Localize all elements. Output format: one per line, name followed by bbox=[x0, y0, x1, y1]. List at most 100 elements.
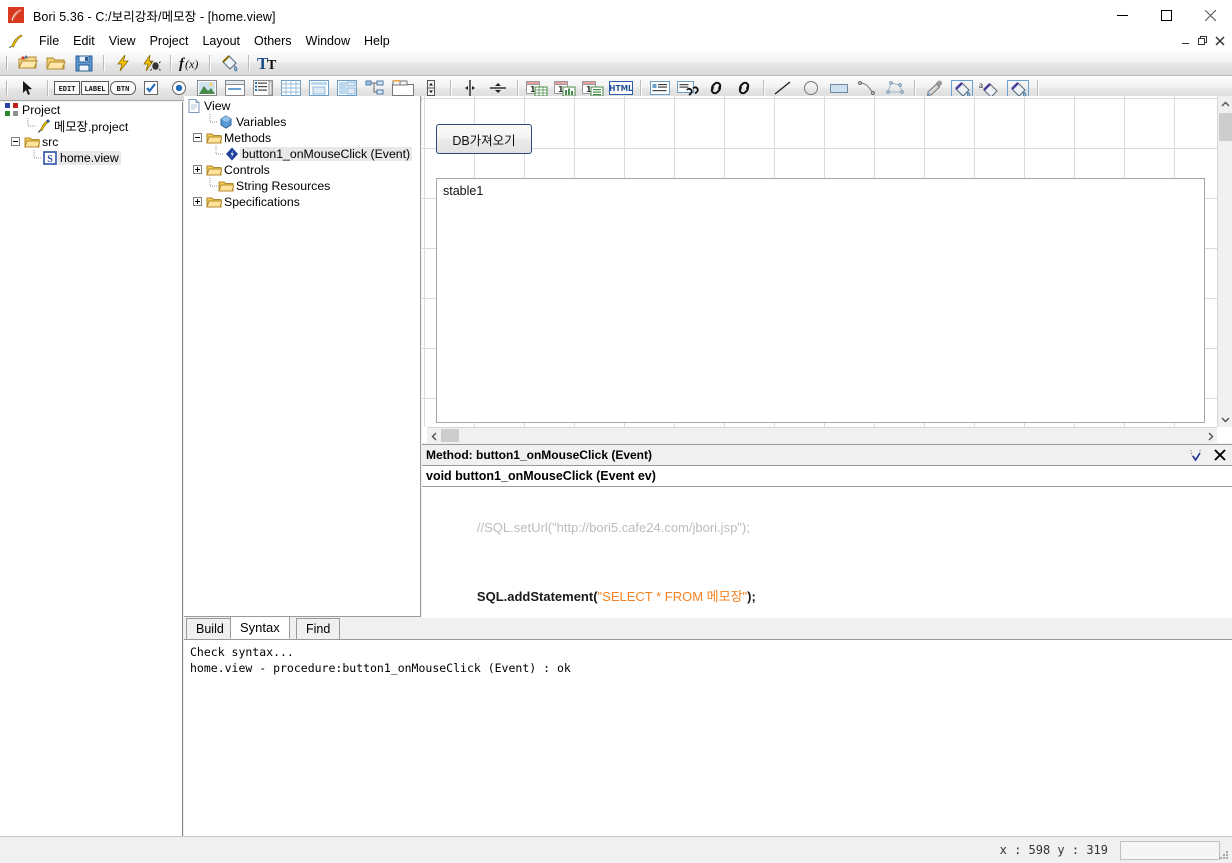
expander-src[interactable] bbox=[8, 134, 24, 150]
tree-label-button1-onmouseclick: button1_onMouseClick (Event) bbox=[240, 147, 413, 161]
form-canvas[interactable]: DB가져오기 stable1 bbox=[422, 96, 1217, 427]
tree-label-string-resources: String Resources bbox=[236, 179, 331, 193]
mdi-window-controls bbox=[1178, 33, 1232, 49]
run-icon[interactable] bbox=[109, 52, 137, 75]
tree-connector bbox=[202, 114, 218, 130]
mdi-minimize-button[interactable] bbox=[1178, 33, 1194, 49]
menu-edit[interactable]: Edit bbox=[66, 32, 102, 50]
menu-help[interactable]: Help bbox=[357, 32, 397, 50]
canvas-vertical-scrollbar[interactable] bbox=[1217, 96, 1232, 427]
vertical-scroll-thumb[interactable] bbox=[1219, 113, 1232, 141]
canvas-horizontal-scrollbar[interactable] bbox=[427, 427, 1217, 443]
tree-node-project-root[interactable]: Project bbox=[0, 102, 182, 118]
tree-node-specifications[interactable]: Specifications bbox=[184, 194, 420, 210]
menu-window[interactable]: Window bbox=[299, 32, 357, 50]
plus-box-icon[interactable] bbox=[193, 197, 202, 206]
toolbar-separator bbox=[248, 55, 249, 71]
toolbar-separator bbox=[1037, 80, 1038, 96]
method-signature-bar: void button1_onMouseClick (Event ev) bbox=[422, 466, 1232, 487]
menu-project[interactable]: Project bbox=[143, 32, 196, 50]
method-signature: void button1_onMouseClick (Event ev) bbox=[426, 469, 656, 483]
window-controls bbox=[1100, 0, 1232, 30]
resize-grip-icon[interactable] bbox=[1218, 849, 1230, 861]
output-panel[interactable]: Build Syntax Find Check syntax... home.v… bbox=[184, 616, 1232, 836]
tree-node-string-resources[interactable]: String Resources bbox=[184, 178, 420, 194]
font-icon[interactable]: T T bbox=[254, 52, 282, 75]
menu-file[interactable]: File bbox=[32, 32, 66, 50]
tree-node-methods[interactable]: Methods bbox=[184, 130, 420, 146]
close-method-icon[interactable] bbox=[1208, 445, 1232, 465]
close-button[interactable] bbox=[1188, 0, 1232, 30]
edit-control-icon[interactable]: EDIT bbox=[53, 77, 81, 100]
stable1-widget[interactable]: stable1 bbox=[436, 178, 1205, 423]
db-fetch-button[interactable]: DB가져오기 bbox=[436, 124, 532, 154]
code-editor[interactable]: //SQL.setUrl("http://bori5.cafe24.com/jb… bbox=[422, 487, 1232, 617]
minimize-button[interactable] bbox=[1100, 0, 1144, 30]
mdi-close-button[interactable] bbox=[1212, 33, 1228, 49]
tree-node-src[interactable]: src bbox=[0, 134, 182, 150]
toolbar-separator bbox=[763, 80, 764, 96]
stable1-label: stable1 bbox=[443, 184, 484, 198]
tree-node-memo-project[interactable]: 메모장.project bbox=[0, 118, 182, 134]
horizontal-scroll-thumb[interactable] bbox=[441, 429, 459, 442]
mdi-restore-button[interactable] bbox=[1195, 33, 1211, 49]
tab-build[interactable]: Build bbox=[186, 618, 234, 639]
toolbar-grip-2[interactable] bbox=[4, 80, 11, 96]
code-call-start: SQL.addStatement( bbox=[476, 589, 598, 604]
folder-icon bbox=[206, 194, 223, 210]
menu-view[interactable]: View bbox=[102, 32, 143, 50]
scroll-right-arrow-icon[interactable] bbox=[1203, 428, 1217, 443]
menu-others[interactable]: Others bbox=[247, 32, 299, 50]
toolbar-grip[interactable] bbox=[4, 55, 11, 71]
tree-node-home-view[interactable]: S home.view bbox=[0, 150, 182, 166]
minus-box-icon[interactable] bbox=[193, 133, 202, 142]
minus-box-icon[interactable] bbox=[11, 137, 20, 146]
syntax-check-icon[interactable] bbox=[1184, 445, 1208, 465]
folder-icon bbox=[206, 162, 223, 178]
scroll-down-arrow-icon[interactable] bbox=[1218, 411, 1232, 427]
output-text-area[interactable]: Check syntax... home.view - procedure:bu… bbox=[184, 640, 1232, 836]
tab-find[interactable]: Find bbox=[296, 618, 341, 639]
project-explorer-panel[interactable]: Project 메모장.project src S home.view bbox=[0, 102, 183, 836]
scroll-left-arrow-icon[interactable] bbox=[427, 428, 441, 443]
plus-box-icon[interactable] bbox=[193, 165, 202, 174]
svg-text:BTN: BTN bbox=[117, 85, 130, 93]
save-icon[interactable] bbox=[70, 52, 98, 75]
output-tabstrip: Build Syntax Find bbox=[184, 616, 1232, 640]
debug-icon[interactable] bbox=[137, 52, 165, 75]
label-control-icon[interactable]: LABEL bbox=[81, 77, 109, 100]
menu-layout[interactable]: Layout bbox=[195, 32, 247, 50]
checkbox-control-icon[interactable] bbox=[137, 77, 165, 100]
document-icon bbox=[186, 98, 202, 114]
expander-methods[interactable] bbox=[190, 130, 206, 146]
menu-bar: File Edit View Project Layout Others Win… bbox=[0, 30, 1232, 51]
tab-syntax[interactable]: Syntax bbox=[230, 616, 290, 639]
code-sql-string: "SELECT * FROM 메모장" bbox=[597, 589, 748, 604]
method-header-title: Method: button1_onMouseClick (Event) bbox=[426, 448, 652, 462]
window-title: Bori 5.36 - C:/보리강좌/메모장 - [home.view] bbox=[33, 9, 276, 24]
pointer-icon[interactable] bbox=[14, 77, 42, 100]
scroll-up-arrow-icon[interactable] bbox=[1218, 96, 1232, 112]
open-folder-icon[interactable] bbox=[42, 52, 70, 75]
toolbar-separator bbox=[47, 80, 48, 96]
fill-color-icon[interactable] bbox=[215, 52, 243, 75]
svg-text:T: T bbox=[267, 58, 277, 72]
tree-node-controls[interactable]: Controls bbox=[184, 162, 420, 178]
new-project-icon[interactable] bbox=[14, 52, 42, 75]
function-icon[interactable]: f (x) bbox=[176, 52, 204, 75]
tree-node-button1-onmouseclick[interactable]: button1_onMouseClick (Event) bbox=[184, 146, 420, 162]
folder-icon bbox=[218, 178, 235, 194]
design-canvas-area[interactable]: DB가져오기 stable1 bbox=[422, 96, 1232, 443]
button-control-icon[interactable]: BTN bbox=[109, 77, 137, 100]
svg-text:S: S bbox=[47, 154, 53, 165]
application-window: Bori 5.36 - C:/보리강좌/메모장 - [home.view] Fi… bbox=[0, 0, 1232, 863]
tree-node-variables[interactable]: Variables bbox=[184, 114, 420, 130]
method-editor-panel[interactable]: Method: button1_onMouseClick (Event) voi… bbox=[422, 444, 1232, 618]
tree-node-view-root[interactable]: View bbox=[184, 98, 420, 114]
view-structure-panel[interactable]: View Variables Methods button1_onMouseCl… bbox=[184, 96, 421, 617]
expander-controls[interactable] bbox=[190, 162, 206, 178]
cursor-coordinates: x : 598 y : 319 bbox=[999, 843, 1108, 857]
tree-connector bbox=[26, 150, 42, 166]
expander-specifications[interactable] bbox=[190, 194, 206, 210]
maximize-button[interactable] bbox=[1144, 0, 1188, 30]
